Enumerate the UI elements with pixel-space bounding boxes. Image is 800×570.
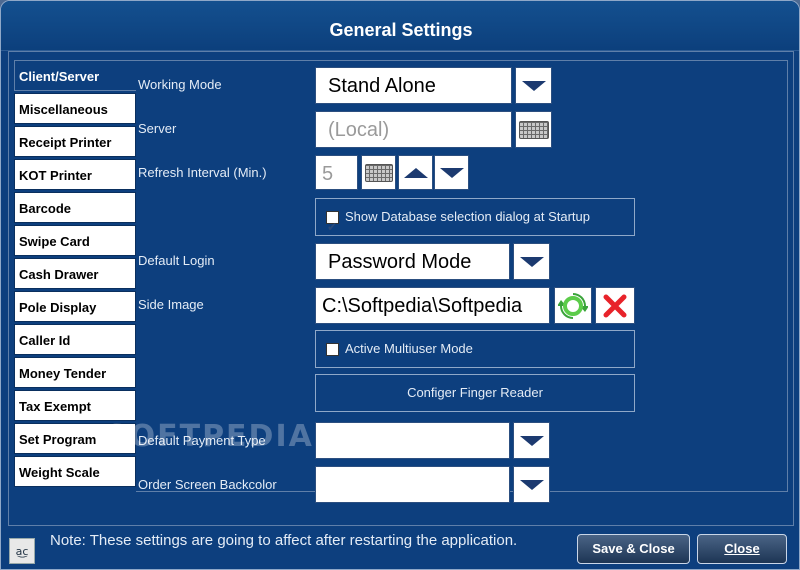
delete-x-icon <box>603 294 627 317</box>
tab-swipe-card[interactable]: Swipe Card <box>14 225 136 256</box>
arrow-up-icon <box>403 167 428 178</box>
side-image-path-input[interactable]: C:\Softpedia\Softpedia <box>315 287 550 324</box>
working-mode-select[interactable]: Stand Alone <box>315 67 512 104</box>
tab-client-server[interactable]: Client/Server <box>14 60 141 91</box>
chevron-down-icon <box>519 256 544 267</box>
active-multiuser-label: Active Multiuser Mode <box>345 341 473 356</box>
show-db-dialog-label: Show Database selection dialog at Startu… <box>345 209 590 224</box>
tab-caller-id[interactable]: Caller Id <box>14 324 136 355</box>
tab-pole-display[interactable]: Pole Display <box>14 291 136 322</box>
spellcheck-icon: a͜c <box>9 538 35 564</box>
chevron-down-icon <box>519 479 544 490</box>
keyboard-icon <box>364 163 393 182</box>
refresh-interval-label: Refresh Interval (Min.) <box>138 165 267 180</box>
tab-barcode[interactable]: Barcode <box>14 192 136 223</box>
tab-weight-scale[interactable]: Weight Scale <box>14 456 136 487</box>
order-screen-backcolor-label: Order Screen Backcolor <box>138 477 277 492</box>
tab-tax-exempt[interactable]: Tax Exempt <box>14 390 136 421</box>
arrow-down-icon <box>439 167 464 178</box>
checkbox-unchecked-icon[interactable] <box>326 343 339 357</box>
server-keyboard-button[interactable] <box>515 111 552 148</box>
refresh-decrement-button[interactable] <box>434 155 469 190</box>
tab-kot-printer[interactable]: KOT Printer <box>14 159 136 190</box>
working-mode-label: Working Mode <box>138 77 222 92</box>
configure-finger-reader-button[interactable]: Configer Finger Reader <box>315 374 635 412</box>
chevron-down-icon <box>521 80 546 91</box>
working-mode-dropdown-button[interactable] <box>515 67 552 104</box>
default-login-label: Default Login <box>138 253 215 268</box>
settings-window: General Settings Client/Server Miscellan… <box>0 0 800 570</box>
server-label: Server <box>138 121 177 136</box>
default-payment-type-dropdown-button[interactable] <box>513 422 550 459</box>
tab-receipt-printer[interactable]: Receipt Printer <box>14 126 136 157</box>
tab-miscellaneous[interactable]: Miscellaneous <box>14 93 136 124</box>
default-login-dropdown-button[interactable] <box>513 243 550 280</box>
side-image-refresh-button[interactable] <box>554 287 592 324</box>
show-db-dialog-option[interactable]: Show Database selection dialog at Startu… <box>315 198 635 245</box>
refresh-interval-input[interactable]: 5 <box>315 155 358 190</box>
side-image-label: Side Image <box>138 297 204 312</box>
default-payment-type-select[interactable] <box>315 422 510 459</box>
window-title: General Settings <box>1 1 799 51</box>
server-input[interactable]: (Local) <box>315 111 512 148</box>
close-button[interactable]: Close <box>697 534 787 564</box>
default-payment-type-label: Default Payment Type <box>138 433 266 448</box>
tab-cash-drawer[interactable]: Cash Drawer <box>14 258 136 289</box>
order-screen-backcolor-select[interactable] <box>315 466 510 503</box>
refresh-icon <box>558 292 588 319</box>
restart-note: Note: These settings are going to affect… <box>50 532 518 549</box>
side-image-clear-button[interactable] <box>595 287 635 324</box>
tab-money-tender[interactable]: Money Tender <box>14 357 136 388</box>
chevron-down-icon <box>519 435 544 446</box>
save-close-button[interactable]: Save & Close <box>577 534 690 564</box>
refresh-keyboard-button[interactable] <box>361 155 396 190</box>
active-multiuser-option[interactable]: Active Multiuser Mode <box>315 330 635 368</box>
sidebar: Client/Server Miscellaneous Receipt Prin… <box>14 60 141 489</box>
tab-set-program[interactable]: Set Program <box>14 423 136 454</box>
refresh-increment-button[interactable] <box>398 155 433 190</box>
keyboard-icon <box>518 120 549 139</box>
order-screen-backcolor-dropdown-button[interactable] <box>513 466 550 503</box>
checkbox-checked-icon[interactable] <box>326 209 339 245</box>
default-login-select[interactable]: Password Mode <box>315 243 510 280</box>
